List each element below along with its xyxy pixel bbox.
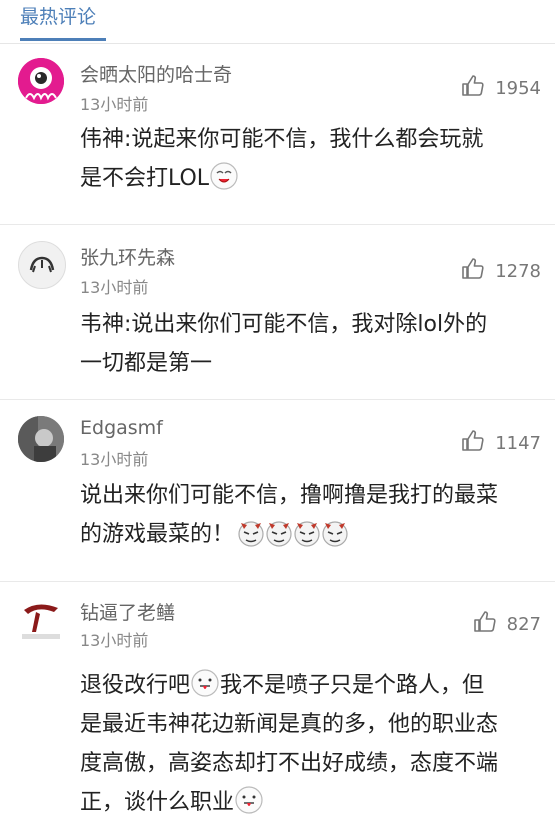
like-count: 827	[506, 614, 541, 635]
thumbs-up-icon	[461, 74, 485, 103]
comment-text: 韦神:说出来你们可能不信，我对除lol外的 一切都是第一	[80, 305, 550, 383]
like-count: 1954	[495, 78, 541, 99]
username[interactable]: 会晒太阳的哈士奇	[80, 60, 232, 87]
avatar[interactable]	[18, 596, 64, 642]
devil-emoji-icon	[318, 515, 352, 549]
avatar[interactable]	[18, 58, 64, 104]
tongue-emoji-icon	[190, 668, 220, 698]
timestamp: 13小时前	[80, 278, 149, 297]
comment-item: 张九环先森 13小时前 1278 韦神:说出来你们可能不信，我对除lol外的 一…	[0, 225, 555, 399]
comment-item: 钻逼了老鳝 13小时前 827 退役改行吧 我不是喷子只是个路人，但 是最近韦神花…	[0, 582, 555, 824]
username[interactable]: 张九环先森	[80, 243, 175, 270]
comment-item: Edgasmf 13小时前 1147 说出来你们可能不信，撸啊撸是我打的最菜 的…	[0, 400, 555, 580]
tab-hot-comments[interactable]: 最热评论	[20, 2, 96, 29]
thumbs-up-icon	[461, 257, 485, 286]
comment-item: 会晒太阳的哈士奇 13小时前 1954 伟神:说起来你可能不信，我什么都会玩就 …	[0, 44, 555, 224]
comment-text-line: 度高傲，高姿态却打不出好成绩，态度不端	[80, 751, 499, 776]
comment-text-line: 退役改行吧	[80, 673, 191, 698]
emoji-icon	[209, 161, 239, 191]
tab-active-indicator	[20, 38, 106, 41]
like-button[interactable]: 1278	[461, 257, 541, 286]
comment-text-line: 的游戏最菜的！	[80, 522, 235, 547]
comment-text: 说出来你们可能不信，撸啊撸是我打的最菜 的游戏最菜的！	[80, 476, 550, 554]
comment-text-line: 正，谈什么职业	[80, 790, 235, 815]
comment-text: 伟神:说起来你可能不信，我什么都会玩就 是不会打LOL	[80, 120, 550, 198]
comment-text-line: 是最近韦神花边新闻是真的多，他的职业态	[80, 712, 499, 737]
like-button[interactable]: 1147	[461, 429, 541, 458]
comment-text-line: 韦神:说出来你们可能不信，我对除lol外的	[80, 312, 488, 337]
comment-text-line: 我不是喷子只是个路人，但	[220, 673, 485, 698]
timestamp: 13小时前	[80, 631, 149, 650]
comment-text: 退役改行吧 我不是喷子只是个路人，但 是最近韦神花边新闻是真的多，他的职业态 度高…	[80, 666, 550, 822]
timestamp: 13小时前	[80, 95, 149, 114]
thumbs-up-icon	[473, 610, 497, 639]
tongue-emoji-icon	[234, 785, 264, 815]
avatar[interactable]	[18, 241, 66, 289]
thumbs-up-icon	[461, 429, 485, 458]
username[interactable]: 钻逼了老鳝	[80, 598, 175, 625]
like-button[interactable]: 827	[473, 610, 541, 639]
username[interactable]: Edgasmf	[80, 417, 163, 439]
comment-text-line: 是不会打LOL	[80, 166, 210, 191]
comment-text-line: 一切都是第一	[80, 351, 213, 376]
avatar[interactable]	[18, 416, 64, 462]
like-count: 1147	[495, 433, 541, 454]
timestamp: 13小时前	[80, 450, 149, 469]
like-count: 1278	[495, 261, 541, 282]
like-button[interactable]: 1954	[461, 74, 541, 103]
comment-text-line: 说出来你们可能不信，撸啊撸是我打的最菜	[80, 483, 499, 508]
comments-header: 最热评论	[0, 0, 555, 44]
comment-text-line: 伟神:说起来你可能不信，我什么都会玩就	[80, 127, 484, 152]
